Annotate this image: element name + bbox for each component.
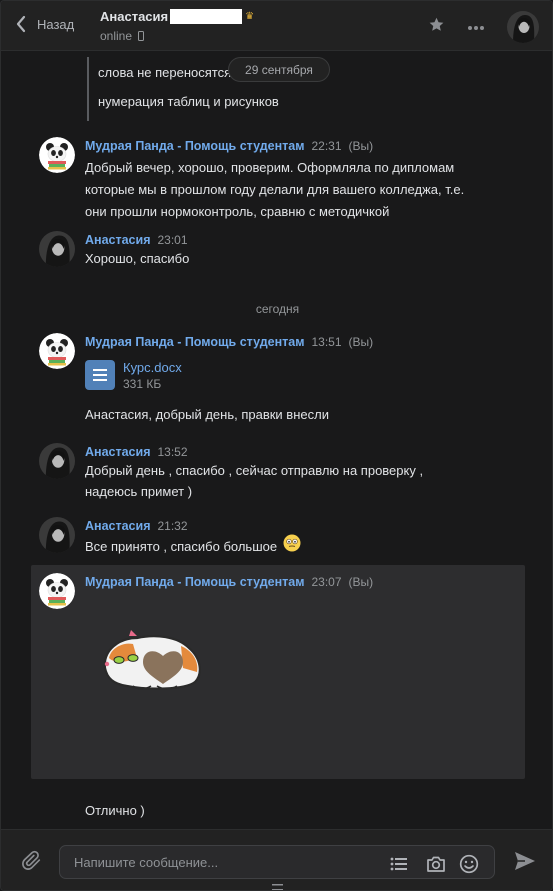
message-time: 13:52 [157,445,188,459]
document-name[interactable]: Курс.docx [123,360,182,375]
back-button[interactable]: Назад [15,15,74,33]
chat-header: Назад Анастасия ♛ online [1,1,552,51]
back-label: Назад [37,16,75,32]
smile-icon[interactable] [459,854,479,874]
emoji-icon [283,534,301,558]
phone-icon [138,31,145,41]
message-text: Хорошо, спасибо [85,251,190,266]
own-message-mark: (Вы) [348,575,374,589]
crown-icon: ♛ [245,11,255,22]
panda-avatar[interactable] [39,137,75,173]
resize-grip-icon[interactable] [272,884,283,891]
message-time: 23:07 [311,575,342,589]
list-icon[interactable] [389,854,409,874]
cat-sticker[interactable] [97,628,207,697]
message-author[interactable]: Анастасия [85,233,151,247]
message-text: надеюсь примет ) [85,484,193,499]
message-author[interactable]: Мудрая Панда - Помощь студентам [85,575,304,589]
peer-message-avatar[interactable] [39,443,75,479]
more-icon[interactable] [467,18,485,36]
document-size: 331 КБ [123,377,162,391]
message-time: 23:01 [157,233,188,247]
send-icon[interactable] [514,851,536,871]
forwarded-line: нумерация таблиц и рисунков [98,94,279,109]
message-text: Добрый день , спасибо , сейчас отправлю … [85,463,424,478]
message-author[interactable]: Мудрая Панда - Помощь студентам [85,139,304,153]
message-author[interactable]: Анастасия [85,519,151,533]
message-author[interactable]: Анастасия [85,445,151,459]
message-time: 13:51 [311,335,342,349]
message-history[interactable]: слова не переносятся нумерация таблиц и … [1,51,552,829]
message-text: Анастасия, добрый день, правки внесли [85,407,329,422]
star-icon[interactable] [428,16,445,38]
peer-message-avatar[interactable] [39,517,75,553]
message-text: они прошли нормоконтроль, сравню с метод… [85,204,390,219]
message-text: Все принято , спасибо большое [85,538,278,554]
attach-icon[interactable] [21,850,43,872]
message-text: Добрый вечер, хорошо, проверим. Оформлял… [85,160,455,175]
panda-avatar[interactable] [39,573,75,609]
composer: Напишите сообщение... [1,829,552,891]
back-chevron-icon [16,15,26,33]
peer-status: online [100,29,133,43]
date-divider: сегодня [255,302,300,316]
camera-icon[interactable] [426,854,446,874]
redacted-surname [170,9,243,24]
message-input-placeholder: Напишите сообщение... [74,855,219,870]
peer-avatar[interactable] [507,11,539,43]
document-attachment[interactable]: Курс.docx 331 КБ [85,360,182,391]
message-time: 22:31 [311,139,342,153]
chat-window: Назад Анастасия ♛ online слова не перено… [0,0,553,891]
forward-quote-bar [87,57,89,121]
document-icon [85,360,115,390]
panda-avatar[interactable] [39,333,75,369]
peer-message-avatar[interactable] [39,231,75,267]
forwarded-line: слова не переносятся [98,65,232,80]
own-message-mark: (Вы) [348,335,374,349]
message-input[interactable]: Напишите сообщение... [59,845,495,879]
message-text: Отлично ) [85,803,145,818]
peer-info[interactable]: Анастасия ♛ online [100,9,254,43]
message-text: которые мы в прошлом году делали для ваш… [85,182,465,197]
message-author[interactable]: Мудрая Панда - Помощь студентам [85,335,304,349]
own-message-mark: (Вы) [348,139,374,153]
peer-name: Анастасия [100,9,169,24]
floating-date-badge: 29 сентября [228,57,330,82]
message-time: 21:32 [157,519,188,533]
